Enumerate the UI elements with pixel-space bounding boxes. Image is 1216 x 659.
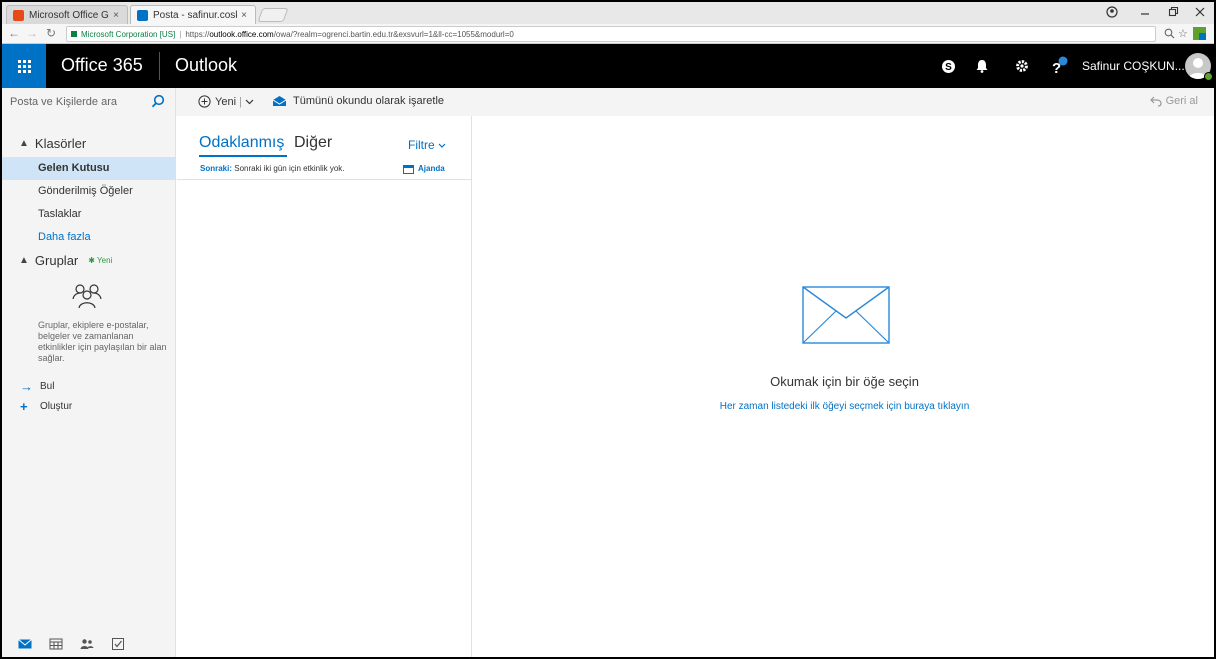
address-bar[interactable]: Microsoft Corporation [US] | https://out… bbox=[66, 26, 1156, 42]
new-label: Yeni bbox=[215, 95, 237, 108]
reading-pane: Okumak için bir öğe seçin Her zaman list… bbox=[473, 116, 1214, 657]
more-folders-link[interactable]: Daha fazla bbox=[2, 226, 176, 249]
sidebar-item-drafts[interactable]: Taslaklar bbox=[2, 203, 176, 226]
tab-outlook-mail[interactable]: Posta - safinur.coskunsu × bbox=[130, 5, 256, 24]
chevron-down-icon[interactable] bbox=[245, 99, 254, 105]
reload-icon[interactable]: ↻ bbox=[46, 26, 56, 40]
sidebar-item-sent[interactable]: Gönderilmiş Öğeler bbox=[2, 180, 176, 203]
new-tab-button[interactable] bbox=[257, 8, 289, 22]
open-envelope-icon bbox=[272, 96, 287, 106]
groups-description: Gruplar, ekiplere e-postalar, belgeler v… bbox=[38, 320, 167, 363]
arrow-right-icon: → bbox=[20, 379, 33, 394]
bell-icon[interactable] bbox=[971, 55, 993, 77]
calendar-icon bbox=[403, 165, 414, 174]
close-icon[interactable]: × bbox=[241, 10, 247, 21]
help-icon[interactable]: ? bbox=[1048, 55, 1070, 77]
active-tab-underline bbox=[199, 155, 287, 157]
undo-label: Geri al bbox=[1165, 95, 1198, 107]
create-group-button[interactable]: + Oluştur bbox=[20, 399, 72, 414]
add-circle-icon bbox=[198, 95, 211, 108]
find-groups-button[interactable]: → Bul bbox=[20, 379, 54, 394]
profile-icon[interactable] bbox=[1106, 6, 1118, 18]
app-launcher-button[interactable] bbox=[2, 44, 46, 88]
module-switcher bbox=[2, 629, 176, 657]
svg-text:S: S bbox=[945, 62, 952, 73]
command-bar: Posta ve Kişilerde ara Yeni | Tümünü oku… bbox=[2, 88, 1214, 116]
undo-button[interactable]: Geri al bbox=[1149, 95, 1198, 107]
suite-header: Office 365 Outlook S ? Safinur COŞKUN... bbox=[2, 44, 1214, 88]
agenda-button[interactable]: Ajanda bbox=[403, 160, 445, 178]
tab-focused[interactable]: Odaklanmış bbox=[199, 134, 284, 152]
mark-all-read-button[interactable]: Tümünü okundu olarak işaretle bbox=[272, 95, 444, 107]
skype-icon[interactable]: S bbox=[937, 55, 959, 77]
lock-icon bbox=[71, 31, 77, 37]
brand-title[interactable]: Office 365 bbox=[61, 55, 143, 76]
new-badge: ✱ Yeni bbox=[88, 256, 113, 265]
folders-header[interactable]: ▲ Klasörler bbox=[19, 136, 86, 151]
groups-icon bbox=[72, 284, 102, 309]
forward-icon[interactable]: → bbox=[26, 26, 38, 40]
back-icon[interactable]: ← bbox=[8, 26, 20, 40]
gear-icon[interactable] bbox=[1011, 55, 1033, 77]
translate-extension-icon[interactable] bbox=[1193, 27, 1206, 40]
new-button[interactable]: Yeni | bbox=[198, 95, 254, 108]
zoom-icon[interactable] bbox=[1164, 28, 1175, 39]
tab-office-login[interactable]: Microsoft Office Giriş × bbox=[6, 5, 128, 24]
waffle-icon bbox=[17, 59, 31, 73]
menu-icon[interactable]: ⋮ bbox=[1210, 27, 1214, 40]
app-title[interactable]: Outlook bbox=[175, 55, 237, 76]
tab-bar: Microsoft Office Giriş × Posta - safinur… bbox=[2, 2, 1214, 24]
outlook-logo-icon bbox=[137, 9, 148, 21]
undo-icon bbox=[1149, 96, 1162, 107]
reading-pane-title: Okumak için bir öğe seçin bbox=[770, 374, 919, 389]
presence-status-icon bbox=[1204, 72, 1213, 81]
window-close-icon[interactable] bbox=[1194, 6, 1206, 18]
restore-icon[interactable] bbox=[1167, 6, 1179, 18]
next-text: Sonraki iki gün için etkinlik yok. bbox=[234, 164, 345, 173]
chevron-up-icon: ▲ bbox=[19, 138, 29, 149]
header-divider bbox=[159, 52, 160, 80]
search-placeholder: Posta ve Kişilerde ara bbox=[10, 96, 117, 108]
site-organization: Microsoft Corporation [US] bbox=[81, 29, 176, 39]
calendar-icon[interactable] bbox=[49, 638, 63, 650]
search-icon[interactable] bbox=[151, 94, 165, 108]
tasks-icon[interactable] bbox=[111, 638, 125, 650]
sidebar-item-inbox[interactable]: Gelen Kutusu bbox=[2, 157, 176, 180]
close-icon[interactable]: × bbox=[113, 10, 119, 21]
search-input[interactable]: Posta ve Kişilerde ara bbox=[2, 88, 176, 116]
message-list: Odaklanmış Diğer Filtre Sonraki: Sonraki… bbox=[177, 116, 472, 657]
envelope-icon bbox=[802, 286, 890, 344]
url-text: https://outlook.office.com/owa/?realm=og… bbox=[185, 29, 514, 39]
user-name[interactable]: Safinur COŞKUN... bbox=[1082, 59, 1185, 73]
next-label: Sonraki: bbox=[200, 164, 233, 173]
auto-select-first-link[interactable]: Her zaman listedeki ilk öğeyi seçmek içi… bbox=[473, 401, 1214, 412]
folder-pane: ▲ Klasörler Gelen Kutusu Gönderilmiş Öğe… bbox=[2, 116, 176, 657]
star-icon[interactable]: ☆ bbox=[1178, 27, 1188, 40]
tab-other[interactable]: Diğer bbox=[294, 134, 332, 152]
tab-label: Posta - safinur.coskunsu bbox=[153, 9, 237, 21]
plus-icon: + bbox=[20, 399, 28, 414]
mail-icon[interactable] bbox=[18, 638, 32, 650]
upcoming-events-bar: Sonraki: Sonraki iki gün için etkinlik y… bbox=[177, 160, 471, 180]
filter-button[interactable]: Filtre bbox=[408, 138, 446, 152]
office-logo-icon bbox=[13, 9, 24, 21]
address-row: ← → ↻ Microsoft Corporation [US] | https… bbox=[2, 24, 1214, 44]
tab-label: Microsoft Office Giriş bbox=[29, 9, 109, 21]
browser-window: Microsoft Office Giriş × Posta - safinur… bbox=[0, 0, 1216, 659]
minimize-icon[interactable] bbox=[1139, 6, 1151, 18]
chevron-down-icon bbox=[438, 143, 446, 148]
people-icon[interactable] bbox=[80, 638, 94, 650]
chevron-up-icon: ▲ bbox=[19, 255, 29, 266]
groups-header[interactable]: ▲ Gruplar ✱ Yeni bbox=[19, 253, 112, 268]
mark-all-read-label: Tümünü okundu olarak işaretle bbox=[293, 95, 445, 107]
